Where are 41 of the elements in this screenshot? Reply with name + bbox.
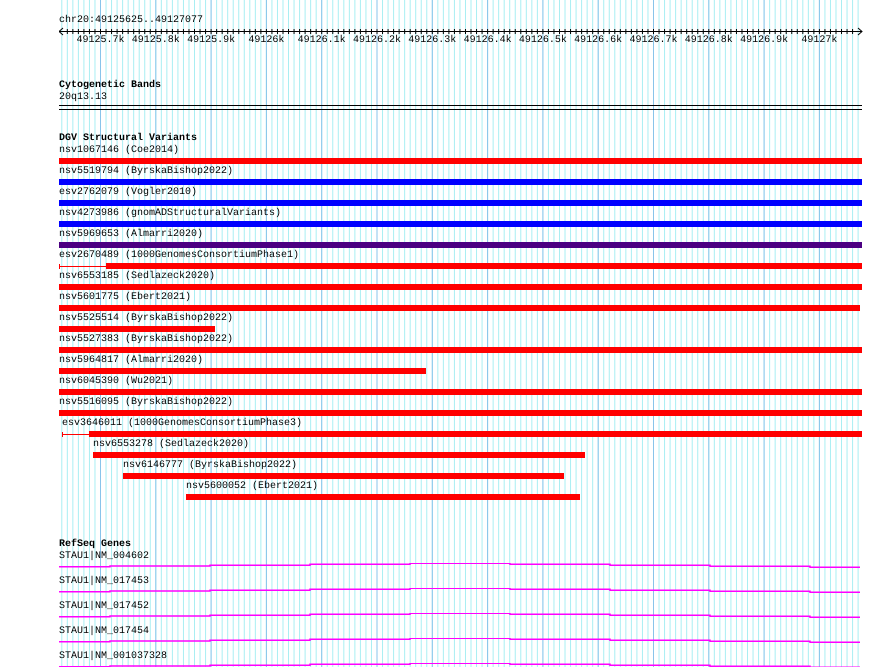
gene-label: STAU1|NM_017452 bbox=[59, 601, 150, 613]
track-title: DGV Structural Variants bbox=[59, 133, 198, 144]
locus-label: chr20:49125625..49127077 bbox=[59, 15, 204, 27]
variant-label: esv2762079 (Vogler2010) bbox=[59, 187, 198, 199]
gene-label: STAU1|NM_001037328 bbox=[59, 651, 168, 663]
gene-label: STAU1|NM_017454 bbox=[59, 626, 150, 638]
variant-label: nsv4273986 (gnomADStructuralVariants) bbox=[59, 208, 282, 220]
tick-label: 49125.7k bbox=[76, 35, 124, 47]
variant-label: nsv5519794 (ByrskaBishop2022) bbox=[59, 166, 234, 178]
tick-label: 49126.5k bbox=[518, 35, 567, 47]
tick-label: 49126.1k bbox=[298, 35, 346, 47]
variant-label: esv2670489 (1000GenomesConsortiumPhase1) bbox=[59, 250, 300, 262]
variant-label: nsv6553278 (Sedlazeck2020) bbox=[93, 439, 250, 451]
tick-label: 49126.8k bbox=[684, 35, 733, 47]
gene-label: STAU1|NM_017453 bbox=[59, 576, 150, 588]
variant-label: nsv5527383 (ByrskaBishop2022) bbox=[59, 334, 234, 346]
variant-label: nsv1067146 (Coe2014) bbox=[59, 145, 180, 157]
tick-label: 49127k bbox=[801, 35, 838, 47]
variant-label: nsv5516095 (ByrskaBishop2022) bbox=[59, 397, 234, 409]
tick-label: 49125.8k bbox=[132, 35, 180, 47]
tick-label: 49125.9k bbox=[187, 35, 236, 47]
gene-label: STAU1|NM_004602 bbox=[59, 551, 150, 563]
band-label: 20q13.13 bbox=[59, 92, 108, 104]
variant-label: nsv5964817 (Almarri2020) bbox=[59, 355, 204, 367]
variant-label: nsv6146777 (ByrskaBishop2022) bbox=[123, 460, 298, 472]
variant-label: nsv5525514 (ByrskaBishop2022) bbox=[59, 313, 234, 325]
variant-label: nsv5969653 (Almarri2020) bbox=[59, 229, 204, 241]
tick-label: 49126.4k bbox=[464, 35, 512, 47]
track-title: Cytogenetic Bands bbox=[59, 80, 162, 92]
variant-label: nsv5601775 (Ebert2021) bbox=[59, 292, 192, 304]
variant-label: esv3646011 (1000GenomesConsortiumPhase3) bbox=[62, 418, 302, 430]
variant-label: nsv6553185 (Sedlazeck2020) bbox=[59, 271, 216, 283]
tick-label: 49126.9k bbox=[740, 35, 788, 47]
tick-label: 49126k bbox=[248, 35, 284, 47]
variant-label: nsv6045390 (Wu2021) bbox=[59, 376, 174, 388]
tick-label: 49126.3k bbox=[408, 35, 456, 47]
variant-label: nsv5600052 (Ebert2021) bbox=[186, 481, 318, 493]
tick-label: 49126.6k bbox=[574, 35, 622, 47]
track-title: RefSeq Genes bbox=[59, 539, 132, 550]
tick-label: 49126.2k bbox=[353, 35, 401, 47]
tick-label: 49126.7k bbox=[630, 35, 678, 47]
